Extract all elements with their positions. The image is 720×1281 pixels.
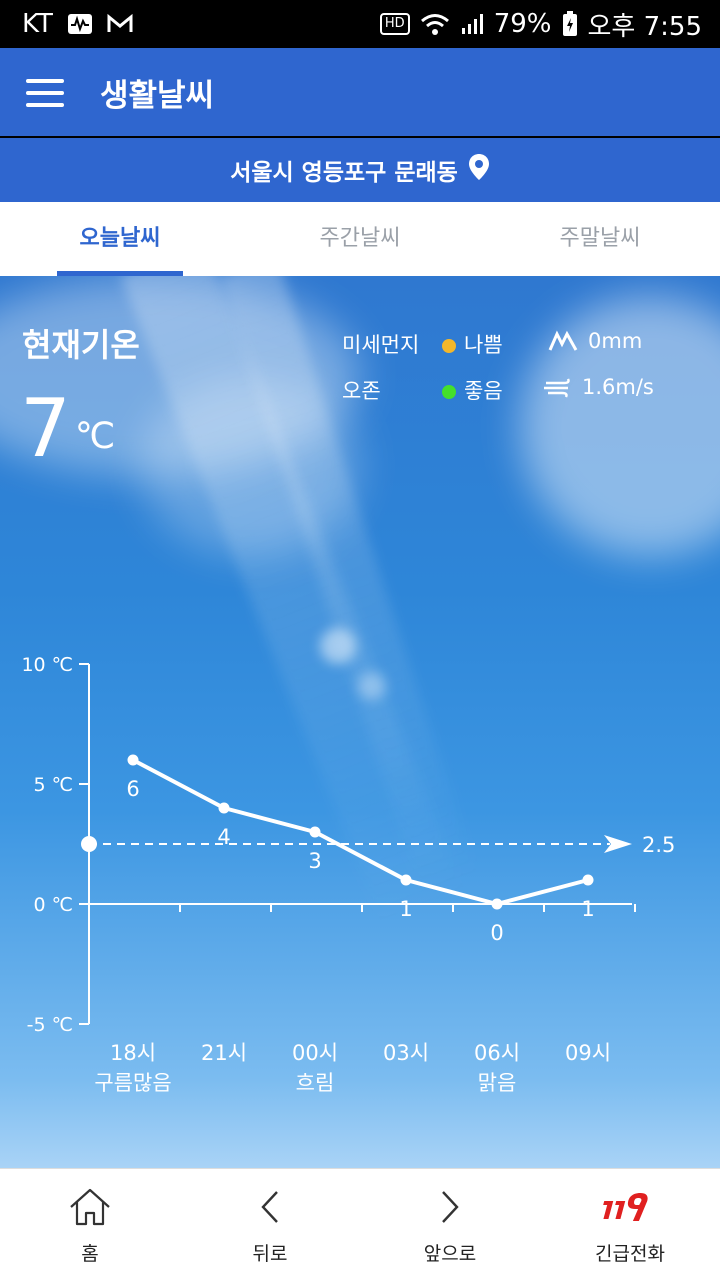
temperature-point (400, 874, 412, 886)
y-tick-label: -5 ℃ (27, 1014, 73, 1036)
fine-dust-status: 나쁨 (442, 329, 503, 359)
temperature-value-label: 0 (490, 921, 503, 945)
x-tick-label: 09시 (565, 1041, 611, 1065)
nav-back-button[interactable]: 뒤로 (180, 1169, 360, 1281)
clock: 오후 7:55 (587, 11, 703, 42)
reference-label: 2.5 (642, 833, 675, 857)
bottom-nav: 홈 뒤로 앞으로 긴급전화 (0, 1168, 720, 1281)
x-tick-label: 18시 (110, 1041, 156, 1065)
status-bar: KT HD 79% 오후 7:55 (0, 0, 720, 48)
tab-weekly[interactable]: 주간날씨 (240, 202, 480, 276)
tab-bar: 오늘날씨 주간날씨 주말날씨 (0, 202, 720, 276)
rain-value: 0mm (588, 329, 643, 353)
rain-icon (548, 330, 578, 351)
tab-weekend-label: 주말날씨 (559, 226, 641, 251)
location-pin-icon (468, 153, 490, 187)
emergency-119-icon (603, 1193, 648, 1221)
location-name: 서울시 영등포구 문래동 (230, 160, 458, 186)
menu-icon[interactable] (26, 79, 64, 107)
temperature-point (127, 754, 139, 766)
temp-unit: ℃ (74, 416, 116, 457)
battery-icon (562, 11, 578, 37)
ozone-label: 오존 (342, 379, 381, 403)
chevron-right-icon (442, 1191, 459, 1223)
y-tick-label: 0 ℃ (34, 894, 73, 916)
nav-forward-label: 앞으로 (423, 1243, 477, 1265)
activity-icon (67, 13, 93, 35)
nav-back-label: 뒤로 (252, 1243, 288, 1265)
nav-emergency-label: 긴급전화 (595, 1243, 665, 1265)
temperature-chart: 10 ℃ 5 ℃ 0 ℃ -5 ℃ 2.5 6 4 3 1 0 1 18시구름많음 21시 00시흐림 03… (21, 654, 675, 1095)
x-tick-label: 21시 (201, 1041, 247, 1065)
temperature-value-label: 1 (399, 897, 412, 921)
fine-dust-label: 미세먼지 (342, 333, 420, 357)
current-temp-label: 현재기온 (22, 326, 140, 364)
rain-info: 0mm (548, 329, 642, 353)
home-icon (70, 1188, 110, 1226)
temperature-point (491, 898, 503, 910)
temperature-value-label: 6 (126, 777, 139, 801)
weather-condition-label: 구름많음 (94, 1071, 171, 1095)
y-tick-label: 5 ℃ (34, 774, 73, 796)
carrier-label: KT (22, 9, 53, 39)
weather-panel: 현재기온 7 ℃ 미세먼지 나쁨 오존 좋음 0mm 1.6m/s 10 ℃ 5 ℃… (0, 276, 720, 1168)
tab-today[interactable]: 오늘날씨 (0, 202, 240, 276)
y-tick-label: 10 ℃ (21, 654, 73, 676)
reference-marker (81, 836, 97, 852)
fine-dust-value: 나쁨 (464, 333, 503, 357)
nav-home-button[interactable]: 홈 (0, 1169, 180, 1281)
ozone-value: 좋음 (464, 379, 503, 403)
wind-icon (544, 378, 570, 398)
wifi-icon (420, 12, 450, 36)
battery-percent: 79% (493, 9, 552, 39)
x-tick-label: 06시 (474, 1041, 520, 1065)
x-tick-label: 03시 (383, 1041, 429, 1065)
weather-condition-label: 맑음 (478, 1071, 517, 1095)
current-temp-number: 7 (20, 382, 71, 475)
tab-today-label: 오늘날씨 (79, 226, 161, 251)
temperature-value-label: 3 (308, 849, 321, 873)
signal-icon (460, 12, 484, 36)
temperature-line (132, 758, 589, 906)
fine-dust-dot (442, 339, 456, 353)
mail-icon (107, 13, 133, 35)
weather-condition-label: 흐림 (296, 1071, 335, 1095)
temperature-point (309, 826, 321, 838)
temperature-value-label: 4 (217, 825, 230, 849)
x-tick-label: 00시 (292, 1041, 338, 1065)
ozone-dot (442, 385, 456, 399)
nav-emergency-button[interactable]: 긴급전화 (540, 1169, 720, 1281)
tab-weekend[interactable]: 주말날씨 (480, 202, 720, 276)
temperature-point (218, 802, 230, 814)
app-title: 생활날씨 (100, 78, 215, 114)
ozone-status: 좋음 (442, 375, 503, 405)
tab-weekly-label: 주간날씨 (319, 226, 401, 251)
wind-info: 1.6m/s (542, 375, 654, 399)
nav-home-label: 홈 (81, 1243, 99, 1265)
location-bar[interactable]: 서울시 영등포구 문래동 (0, 138, 720, 202)
current-temp-value: 7 ℃ (20, 384, 115, 474)
nav-forward-button[interactable]: 앞으로 (360, 1169, 540, 1281)
wind-value: 1.6m/s (582, 375, 654, 399)
temperature-value-label: 1 (581, 897, 594, 921)
app-bar: 생활날씨 (0, 48, 720, 136)
temperature-point (582, 874, 594, 886)
chevron-left-icon (261, 1191, 278, 1223)
hd-badge: HD (379, 13, 410, 35)
